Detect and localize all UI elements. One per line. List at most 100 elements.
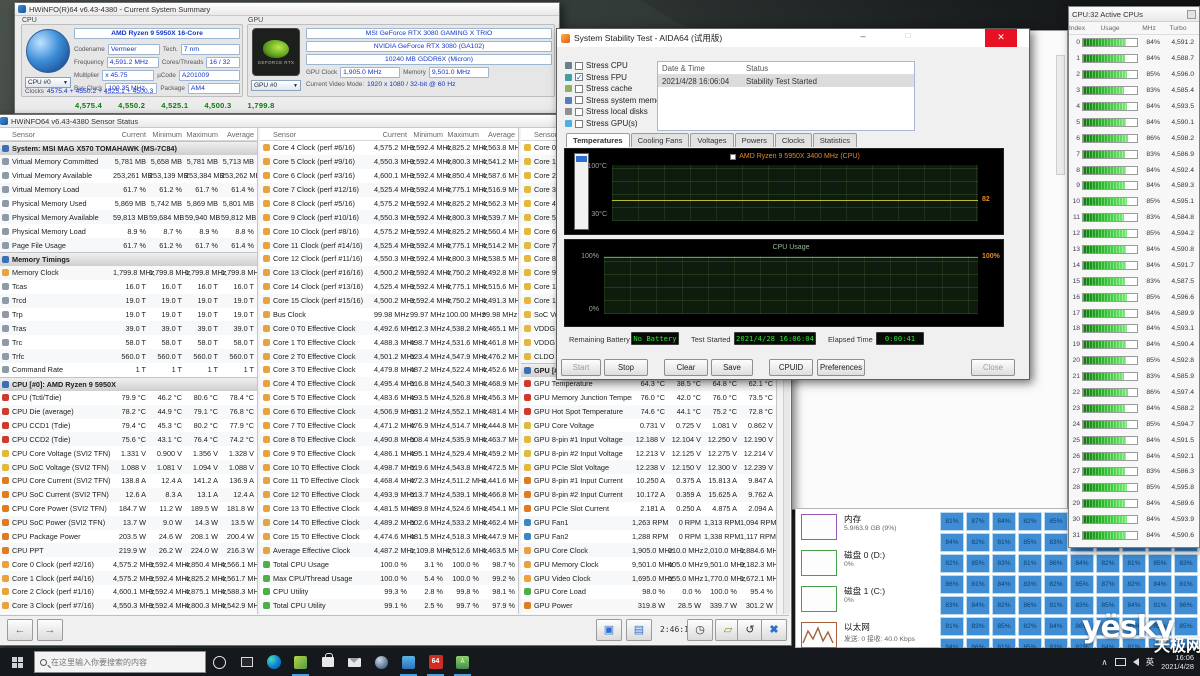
logical-processor-cell[interactable]: 82% bbox=[1018, 617, 1042, 636]
logical-processor-cell[interactable]: 86% bbox=[1070, 617, 1094, 636]
sensor-row[interactable]: GPU Core Clock1,905.0 MHz210.0 MHz2,010.… bbox=[521, 543, 776, 557]
stress-checkbox[interactable] bbox=[575, 120, 583, 128]
logical-processor-cell[interactable]: 83% bbox=[1018, 575, 1042, 594]
sensor-row[interactable]: Core 1 Clock (perf #4/16)4,575.2 MHz3,59… bbox=[0, 571, 257, 585]
taskbar-icon-app-sphere[interactable] bbox=[368, 648, 395, 676]
sensor-row[interactable]: GPU 8-pin #2 Input Current10.172 A0.359 … bbox=[521, 488, 776, 502]
logical-processor-cell[interactable]: 86% bbox=[1018, 596, 1042, 615]
stress-checkbox[interactable] bbox=[575, 96, 583, 104]
summary-titlebar[interactable]: HWiNFO(R)64 v6.43-4380 - Current System … bbox=[15, 3, 559, 16]
sensor-row[interactable]: Core 4 Clock (perf #6/16)4,575.2 MHz3,59… bbox=[260, 141, 518, 155]
stress-option-stress-gpu-s-[interactable]: Stress GPU(s) bbox=[565, 118, 638, 129]
logical-processor-cell[interactable]: 85% bbox=[1044, 512, 1068, 531]
sensor-row[interactable]: Core 6 T0 Effective Clock4,506.9 MHz531.… bbox=[260, 405, 518, 419]
sensor-row[interactable]: Core 15 Clock (perf #15/16)4,500.2 MHz3,… bbox=[260, 294, 518, 308]
logical-processor-cell[interactable]: 85% bbox=[966, 554, 990, 573]
logical-processor-cell[interactable]: 81% bbox=[1148, 596, 1172, 615]
sensor-section-row[interactable]: Memory Timings bbox=[0, 252, 257, 266]
sensor-row[interactable]: Core 12 T0 Effective Clock4,493.9 MHz513… bbox=[260, 488, 518, 502]
taskbar-icon-aida64[interactable]: A bbox=[449, 648, 476, 676]
sensor-row[interactable]: CPU Die (average)78.2 °C44.9 °C79.1 °C76… bbox=[0, 405, 257, 419]
sensor-row[interactable]: GPU Memory Junction Temperature76.0 °C42… bbox=[521, 391, 776, 405]
sensor-row[interactable]: Core 0 T0 Effective Clock4,492.6 MHz512.… bbox=[260, 321, 518, 335]
field-value[interactable]: x 45.75 bbox=[102, 70, 154, 81]
sensor-row[interactable]: CPU SoC Power (SVI2 TFN)13.7 W9.0 W14.3 … bbox=[0, 516, 257, 530]
logical-processor-cell[interactable]: 83% bbox=[992, 554, 1016, 573]
thread-row[interactable]: 285%4,596.0 bbox=[1069, 67, 1199, 83]
minimize-button[interactable]: – bbox=[852, 31, 874, 45]
taskbar-icon-hwinfo64[interactable]: 64 bbox=[422, 648, 449, 676]
logical-processor-cell[interactable]: 85% bbox=[1018, 533, 1042, 552]
sensor-row[interactable]: Memory Clock1,799.8 MHz1,799.8 MHz1,799.… bbox=[0, 266, 257, 280]
tab-statistics[interactable]: Statistics bbox=[813, 133, 857, 147]
thread-row[interactable]: 1884%4,593.1 bbox=[1069, 321, 1199, 337]
reset-values-button[interactable]: ↺ bbox=[737, 619, 763, 641]
thread-row[interactable]: 2183%4,585.9 bbox=[1069, 369, 1199, 385]
column-header-minimum[interactable]: Minimum bbox=[410, 130, 446, 139]
thread-row[interactable]: 2085%4,592.8 bbox=[1069, 353, 1199, 369]
sensor-row[interactable]: GPU Power319.8 W28.5 W339.7 W301.2 W bbox=[521, 599, 776, 613]
sensor-row[interactable]: CPU Utility99.3 %2.8 %99.8 %98.1 % bbox=[260, 585, 518, 599]
logical-processor-cell[interactable]: 85% bbox=[1070, 575, 1094, 594]
back-arrow-button[interactable]: ← bbox=[7, 619, 33, 641]
sensor-row[interactable]: Trc58.0 T58.0 T58.0 T58.0 T bbox=[0, 335, 257, 349]
thread-row[interactable]: 1484%4,591.7 bbox=[1069, 257, 1199, 273]
logical-processor-cell[interactable]: 81% bbox=[1122, 554, 1146, 573]
thread-row[interactable]: 3084%4,593.9 bbox=[1069, 512, 1199, 528]
thread-row[interactable]: 2783%4,586.3 bbox=[1069, 464, 1199, 480]
logical-processor-cell[interactable]: 84% bbox=[1122, 596, 1146, 615]
tab-clocks[interactable]: Clocks bbox=[775, 133, 812, 147]
sensor-row[interactable]: Core 5 Clock (perf #9/16)4,550.3 MHz3,59… bbox=[260, 155, 518, 169]
logical-processor-cell[interactable]: 82% bbox=[1096, 554, 1120, 573]
thread-row[interactable]: 484%4,593.5 bbox=[1069, 99, 1199, 115]
ime-indicator[interactable]: 英 bbox=[1146, 656, 1155, 668]
thread-row[interactable]: 2885%4,595.8 bbox=[1069, 480, 1199, 496]
thread-row[interactable]: 2485%4,594.7 bbox=[1069, 416, 1199, 432]
thread-row[interactable]: 184%4,588.7 bbox=[1069, 51, 1199, 67]
field-value[interactable]: 7 nm bbox=[181, 44, 240, 55]
sensor-row[interactable]: Trfc560.0 T560.0 T560.0 T560.0 T bbox=[0, 349, 257, 363]
sensor-row[interactable]: Core 10 T0 Effective Clock4,498.7 MHz519… bbox=[260, 460, 518, 474]
thread-row[interactable]: 383%4,585.4 bbox=[1069, 83, 1199, 99]
cpuid-button[interactable]: CPUID bbox=[769, 359, 813, 376]
logical-processor-cell[interactable]: 86% bbox=[1174, 596, 1198, 615]
logical-processor-cell[interactable]: 87% bbox=[1096, 575, 1120, 594]
column-header-average[interactable]: Average bbox=[221, 130, 257, 139]
logical-processor-cell[interactable]: 85% bbox=[1174, 617, 1198, 636]
logical-processor-cell[interactable]: 84% bbox=[966, 596, 990, 615]
thread-row[interactable]: 686%4,598.2 bbox=[1069, 130, 1199, 146]
clocks-links[interactable]: 4575.4 + 4550.2 + 4525.1 + 4500.3 bbox=[47, 88, 153, 95]
logical-processor-cell[interactable]: 82% bbox=[1148, 617, 1172, 636]
logical-processor-cell[interactable]: 81% bbox=[940, 512, 964, 531]
scrollbar[interactable] bbox=[1056, 55, 1065, 175]
thread-row[interactable]: 1085%4,595.1 bbox=[1069, 194, 1199, 210]
sidebar-item-disk[interactable]: 磁盘 1 (C:)0% bbox=[801, 585, 933, 621]
logical-processor-cell[interactable]: 82% bbox=[1018, 512, 1042, 531]
sensor-row[interactable]: GPU Video Clock1,695.0 MHz555.0 MHz1,770… bbox=[521, 571, 776, 585]
column-header-minimum[interactable]: Minimum bbox=[149, 130, 185, 139]
sensor-row[interactable]: Core 9 Clock (perf #10/16)4,550.3 MHz3,5… bbox=[260, 210, 518, 224]
cpu-brand-field[interactable]: AMD Ryzen 9 5950X 16-Core bbox=[74, 28, 240, 39]
logical-processor-cell[interactable]: 86% bbox=[1044, 554, 1068, 573]
sensor-row[interactable]: Virtual Memory Committed5,781 MB5,658 MB… bbox=[0, 155, 257, 169]
thread-row[interactable]: 1685%4,596.6 bbox=[1069, 289, 1199, 305]
logical-processor-cell[interactable]: 82% bbox=[1044, 575, 1068, 594]
sensor-row[interactable]: GPU Core Voltage0.731 V0.725 V1.081 V0.8… bbox=[521, 419, 776, 433]
sensor-row[interactable]: Core 14 T0 Effective Clock4,489.2 MHz502… bbox=[260, 516, 518, 530]
sensor-row[interactable]: CPU SoC Current (SVI2 TFN)12.6 A8.3 A13.… bbox=[0, 488, 257, 502]
thread-row[interactable]: 1784%4,589.9 bbox=[1069, 305, 1199, 321]
sensor-row[interactable]: Physical Memory Used5,869 MB5,742 MB5,86… bbox=[0, 197, 257, 211]
logical-processor-cell[interactable]: 81% bbox=[966, 575, 990, 594]
start-button[interactable] bbox=[0, 648, 34, 676]
sensor-row[interactable]: Core 3 Clock (perf #7/16)4,550.3 MHz3,59… bbox=[0, 599, 257, 613]
stress-option-stress-fpu[interactable]: ✓Stress FPU bbox=[565, 72, 627, 83]
threads-titlebar[interactable]: CPU:32 Active CPUs bbox=[1069, 7, 1199, 22]
column-header-maximum[interactable]: Maximum bbox=[185, 130, 221, 139]
logical-processor-cell[interactable]: 83% bbox=[1122, 617, 1146, 636]
sensor-row[interactable]: Core 14 Clock (perf #13/16)4,525.4 MHz3,… bbox=[260, 280, 518, 294]
field-value[interactable]: Vermeer bbox=[108, 44, 160, 55]
video-mode-value[interactable]: 1920 x 1080 / 32-bit @ 60 Hz bbox=[367, 81, 456, 88]
logical-processor-cell[interactable]: 85% bbox=[1096, 596, 1120, 615]
sensor-row[interactable]: Core 2 Clock (perf #1/16)4,600.1 MHz3,59… bbox=[0, 585, 257, 599]
logging-config-button[interactable]: ▤ bbox=[626, 619, 652, 641]
